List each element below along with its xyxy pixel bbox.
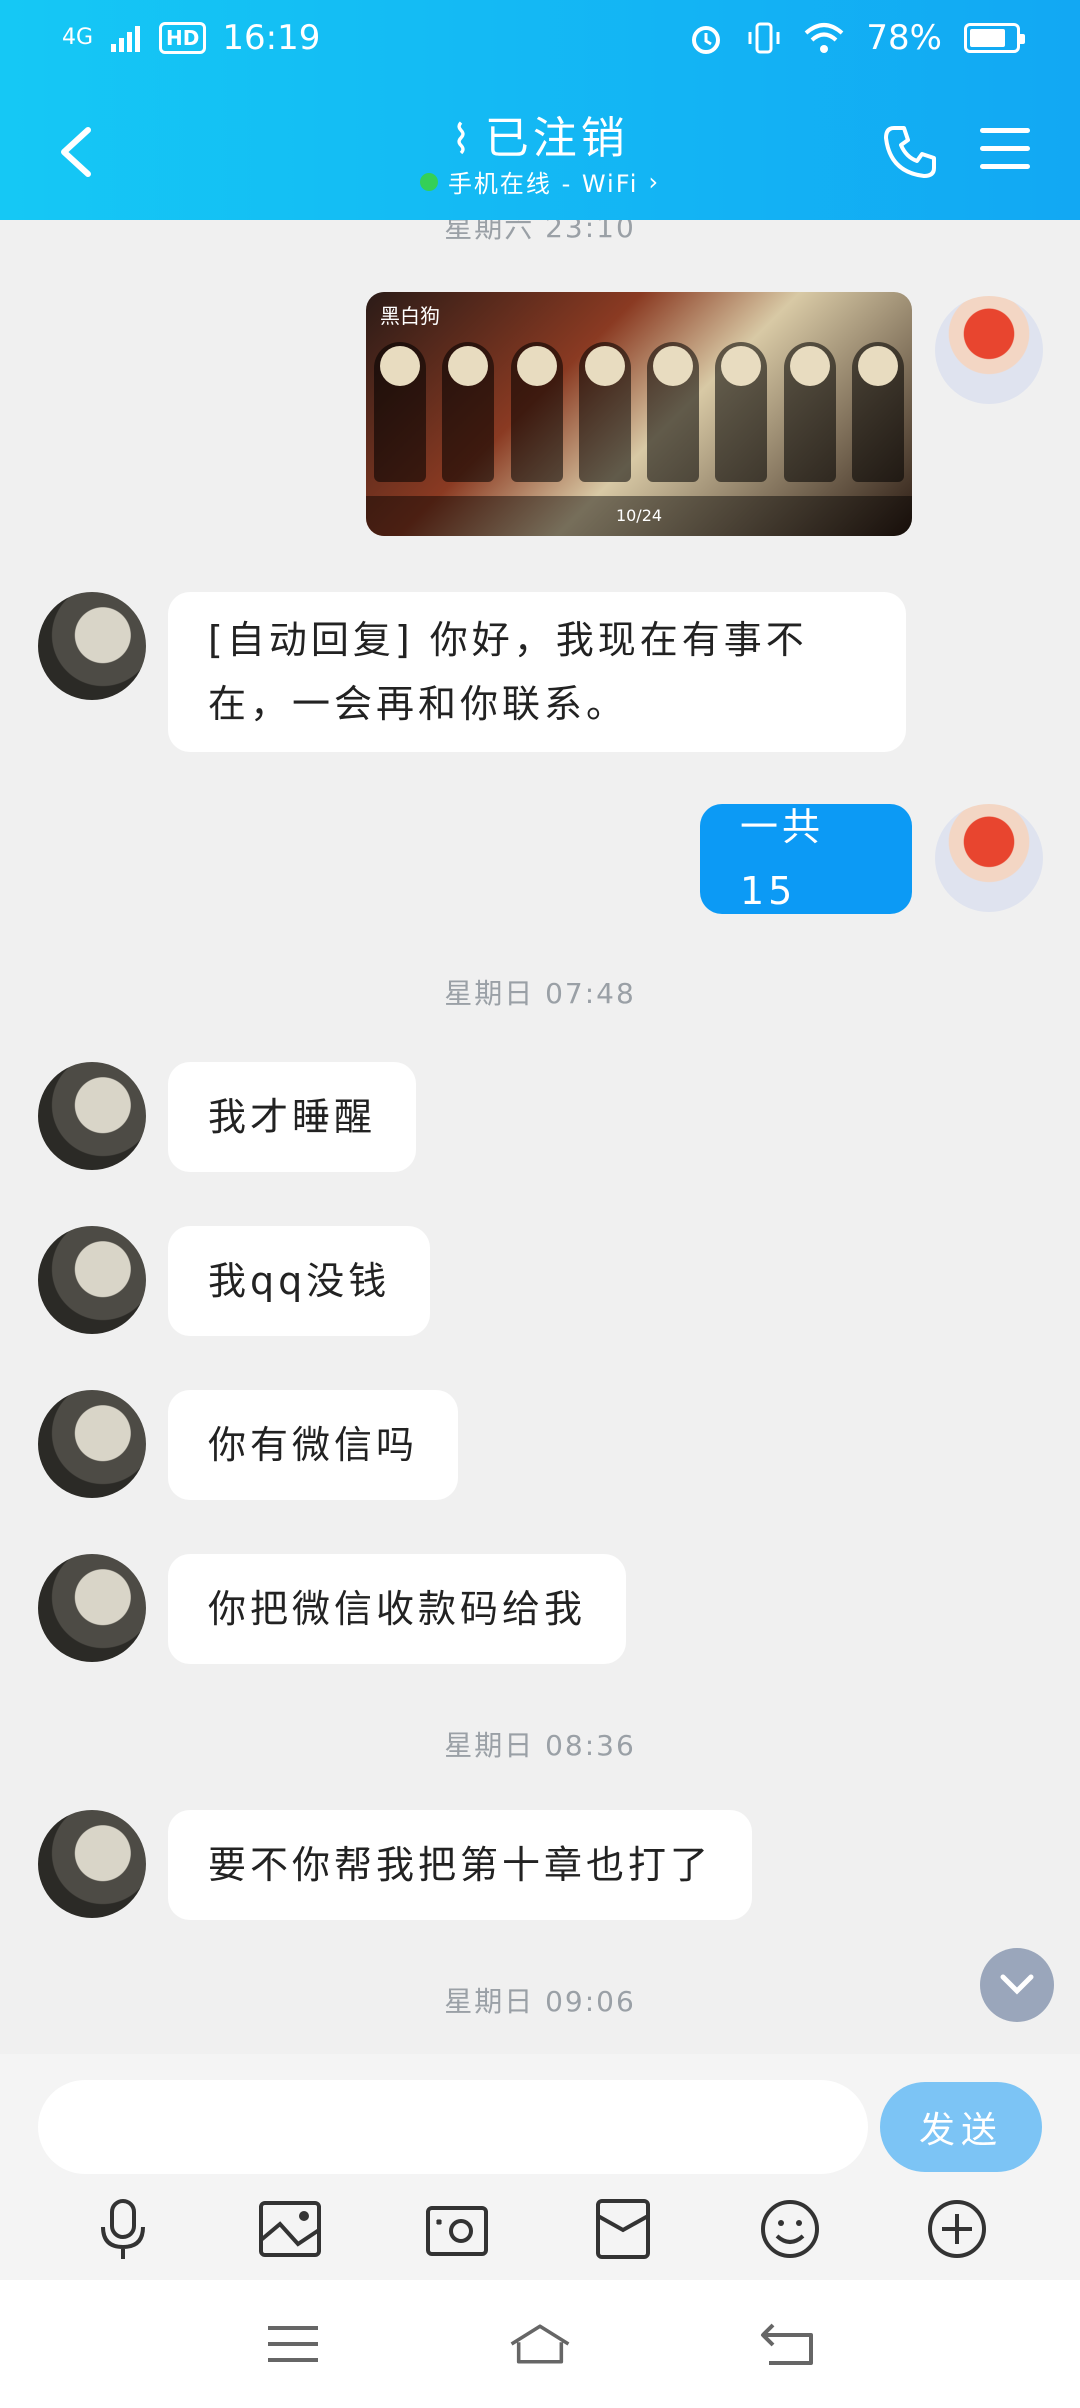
- input-area: 发送: [0, 2054, 1080, 2280]
- signal-icon: [111, 26, 141, 52]
- timestamp: 星期日 09:06: [444, 1985, 636, 2018]
- emoji-icon: [760, 2200, 819, 2258]
- battery-icon: [964, 23, 1025, 53]
- status-left: 4G HD 16:19: [62, 18, 320, 58]
- message-bubble[interactable]: 我才睡醒: [168, 1062, 417, 1172]
- message-bubble[interactable]: 你把微信收款码给我: [168, 1554, 627, 1664]
- timestamp: 星期日 08:36: [444, 1729, 636, 1762]
- timestamp: 星期六 23:10: [444, 220, 636, 244]
- image-progress: 10/24: [366, 496, 912, 536]
- hd-badge: HD: [159, 22, 207, 54]
- message-bubble[interactable]: 我qq没钱: [168, 1226, 431, 1336]
- home-button[interactable]: [508, 2316, 572, 2372]
- chevron-down-icon: [1000, 1974, 1034, 1995]
- back-nav-button[interactable]: [755, 2316, 819, 2372]
- message-bubble[interactable]: [自动回复] 你好，我现在有事不在，一会再和你联系。: [168, 592, 906, 752]
- ear-icon: ⌇: [451, 117, 475, 163]
- wifi-icon: [805, 23, 844, 53]
- red-packet-icon: [596, 2199, 651, 2259]
- vibrate-icon: [748, 22, 780, 54]
- battery-percent: 78%: [866, 18, 942, 58]
- avatar[interactable]: [935, 296, 1043, 404]
- photo-button[interactable]: [255, 2194, 325, 2264]
- avatar[interactable]: [38, 1062, 146, 1170]
- avatar[interactable]: [38, 1810, 146, 1918]
- message-bubble[interactable]: 一共15: [700, 804, 912, 914]
- menu-icon: [980, 128, 1030, 169]
- message-bubble[interactable]: 要不你帮我把第十章也打了: [168, 1810, 753, 1920]
- menu-lines-icon: [268, 2326, 319, 2362]
- voice-button[interactable]: [88, 2194, 158, 2264]
- image-title: 黑白狗: [380, 304, 440, 328]
- message-input[interactable]: [38, 2080, 868, 2174]
- system-nav-bar: [0, 2280, 1080, 2408]
- online-status-label: 手机在线 - WiFi: [447, 170, 639, 198]
- menu-button[interactable]: [980, 128, 1030, 172]
- home-icon: [510, 2324, 570, 2364]
- status-time: 16:19: [222, 18, 321, 58]
- chat-header: 4G HD 16:19 78% ⌇ 已注销 手机在线 - WiFi ›: [0, 0, 1080, 220]
- phone-icon: [884, 126, 936, 178]
- chat-messages[interactable]: 星期六 23:10 黑白狗 10/24 [自动回复] 你好，我现在有事不在，一会…: [0, 220, 1080, 2054]
- send-button[interactable]: 发送: [880, 2082, 1042, 2172]
- alarm-icon: [692, 26, 721, 54]
- status-bar: 4G HD 16:19 78%: [0, 0, 1080, 80]
- avatar[interactable]: [38, 1226, 146, 1334]
- camera-icon: [425, 2206, 488, 2256]
- photo-icon: [258, 2201, 321, 2257]
- image-message[interactable]: 黑白狗 10/24: [366, 292, 912, 536]
- input-toolbar: [0, 2182, 1080, 2276]
- contact-name: 已注销: [484, 113, 629, 164]
- avatar[interactable]: [38, 592, 146, 700]
- online-dot-icon: [419, 172, 438, 191]
- emoji-button[interactable]: [755, 2194, 825, 2264]
- network-label: 4G: [62, 25, 94, 50]
- avatar[interactable]: [38, 1554, 146, 1662]
- red-packet-button[interactable]: [588, 2194, 658, 2264]
- status-right: 78%: [688, 18, 1025, 58]
- timestamp: 星期日 07:48: [444, 977, 636, 1010]
- camera-button[interactable]: [422, 2194, 492, 2264]
- message-bubble[interactable]: 你有微信吗: [168, 1390, 459, 1500]
- plus-icon: [927, 2200, 986, 2258]
- avatar[interactable]: [38, 1390, 146, 1498]
- mic-icon: [101, 2199, 146, 2259]
- return-icon: [760, 2323, 813, 2365]
- image-content: [374, 342, 904, 482]
- recent-apps-button[interactable]: [261, 2316, 325, 2372]
- avatar[interactable]: [935, 804, 1043, 912]
- call-button[interactable]: [880, 122, 940, 182]
- chevron-right-icon: ›: [648, 167, 661, 196]
- scroll-to-bottom-button[interactable]: [980, 1948, 1054, 2022]
- more-button[interactable]: [922, 2194, 992, 2264]
